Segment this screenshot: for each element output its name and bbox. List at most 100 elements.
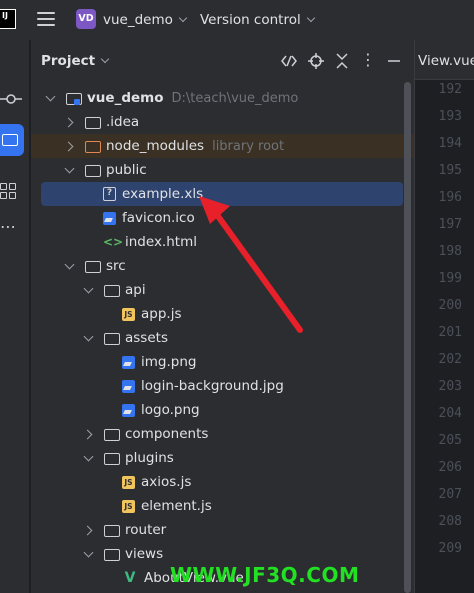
tree-item[interactable]: logo.png xyxy=(31,398,403,422)
commit-icon[interactable] xyxy=(0,92,22,106)
project-folder-icon[interactable] xyxy=(0,124,24,156)
tree-item-label: components xyxy=(125,426,209,442)
tree-item-label: axios.js xyxy=(141,474,192,490)
folder-icon xyxy=(103,450,120,466)
line-number: 196 xyxy=(438,190,462,205)
folder-icon xyxy=(84,162,101,178)
chevron-down-icon xyxy=(178,13,188,23)
folder-icon xyxy=(103,426,120,442)
vertical-scrollbar[interactable] xyxy=(404,82,411,593)
more-vertical-icon[interactable]: ⋮ xyxy=(360,52,376,69)
tree-item[interactable]: public xyxy=(31,158,403,182)
line-number: 200 xyxy=(438,298,462,313)
chevron-down-icon[interactable] xyxy=(83,548,95,560)
chevron-down-icon xyxy=(306,13,315,23)
tree-item-hint: D:\teach\vue_demo xyxy=(171,90,299,106)
line-number: 207 xyxy=(438,487,462,502)
editor-tab[interactable]: View.vue xyxy=(415,40,474,80)
vue-file-icon: V xyxy=(124,570,136,586)
tree-item[interactable]: login-background.jpg xyxy=(31,374,403,398)
image-file-icon xyxy=(122,355,135,369)
watermark-text: WWW.JF3Q.COM xyxy=(170,563,360,587)
tree-item[interactable]: node_modules library root xyxy=(31,134,414,158)
chevron-right-icon[interactable] xyxy=(83,524,95,536)
tree-item[interactable]: <> index.html xyxy=(31,230,403,254)
version-control-menu[interactable]: Version control xyxy=(200,12,315,28)
line-number: 195 xyxy=(438,163,462,178)
image-file-icon xyxy=(103,211,116,225)
tree-item-label: index.html xyxy=(125,234,197,250)
unknown-file-icon: ? xyxy=(103,187,116,201)
tree-item-label: favicon.ico xyxy=(122,210,195,226)
collapse-icon[interactable] xyxy=(334,53,350,69)
more-icon[interactable]: ⋯ xyxy=(0,219,17,235)
main-menu-icon[interactable] xyxy=(37,12,55,28)
chevron-right-icon[interactable] xyxy=(64,140,76,152)
line-number: 198 xyxy=(438,244,462,259)
chevron-down-icon[interactable] xyxy=(64,260,76,272)
line-number: 208 xyxy=(438,514,462,529)
folder-icon xyxy=(103,282,120,298)
tree-item-label: example.xls xyxy=(122,186,204,202)
structure-icon[interactable] xyxy=(0,183,18,201)
minimize-icon[interactable] xyxy=(386,53,402,69)
app-logo-icon[interactable]: IJ xyxy=(0,9,16,29)
chevron-right-icon[interactable] xyxy=(83,428,95,440)
tree-item[interactable]: assets xyxy=(31,326,403,350)
tree-item[interactable]: JS axios.js xyxy=(31,470,403,494)
line-number: 204 xyxy=(438,406,462,421)
tree-item-label: img.png xyxy=(141,354,197,370)
tree-item[interactable]: favicon.ico xyxy=(31,206,403,230)
tree-item-label: assets xyxy=(125,330,168,346)
editor-tab-label: View.vue xyxy=(418,53,474,69)
panel-header: Project ⋮ xyxy=(31,40,414,80)
javascript-file-icon: JS xyxy=(122,499,135,513)
line-number: 205 xyxy=(438,433,462,448)
tree-item[interactable]: JS element.js xyxy=(31,494,403,518)
tree-item-label: plugins xyxy=(125,450,174,466)
chevron-right-icon[interactable] xyxy=(64,116,76,128)
tree-item[interactable]: .idea xyxy=(31,110,403,134)
code-icon[interactable] xyxy=(281,53,297,69)
tree-item-label: .idea xyxy=(106,114,140,130)
chevron-down-icon[interactable] xyxy=(45,92,57,104)
chevron-down-icon[interactable] xyxy=(83,452,95,464)
tree-item-label: login-background.jpg xyxy=(141,378,284,394)
line-number: 203 xyxy=(438,379,462,394)
line-number: 209 xyxy=(438,541,462,556)
folder-icon xyxy=(103,330,120,346)
project-badge[interactable]: VD xyxy=(76,9,96,29)
tree-item[interactable]: router xyxy=(31,518,403,542)
project-panel: Project ⋮ vue_demo D:\teach\vue_demo .idea… xyxy=(31,40,414,593)
tree-item[interactable]: src xyxy=(31,254,403,278)
line-number: 201 xyxy=(438,325,462,340)
folder-icon xyxy=(103,522,120,538)
tree-item[interactable]: ? example.xls xyxy=(41,182,403,206)
tree-item[interactable]: api xyxy=(31,278,403,302)
tree-item[interactable]: plugins xyxy=(31,446,403,470)
tree-item-label: app.js xyxy=(141,306,182,322)
project-selector[interactable]: vue_demo xyxy=(103,12,188,28)
line-number: 197 xyxy=(438,217,462,232)
tree-item-label: vue_demo xyxy=(87,90,164,106)
tree-item[interactable]: vue_demo D:\teach\vue_demo xyxy=(31,86,403,110)
tree-item[interactable]: JS app.js xyxy=(31,302,403,326)
tree-item[interactable]: img.png xyxy=(31,350,403,374)
tree-item[interactable]: components xyxy=(31,422,403,446)
chevron-down-icon[interactable] xyxy=(83,332,95,344)
chevron-down-icon xyxy=(100,54,110,64)
locate-icon[interactable] xyxy=(308,53,324,69)
chevron-down-icon[interactable] xyxy=(64,164,76,176)
tree-item-label: element.js xyxy=(141,498,212,514)
javascript-file-icon: JS xyxy=(122,475,135,489)
chevron-down-icon[interactable] xyxy=(83,284,95,296)
panel-title-dropdown[interactable]: Project xyxy=(41,53,110,69)
